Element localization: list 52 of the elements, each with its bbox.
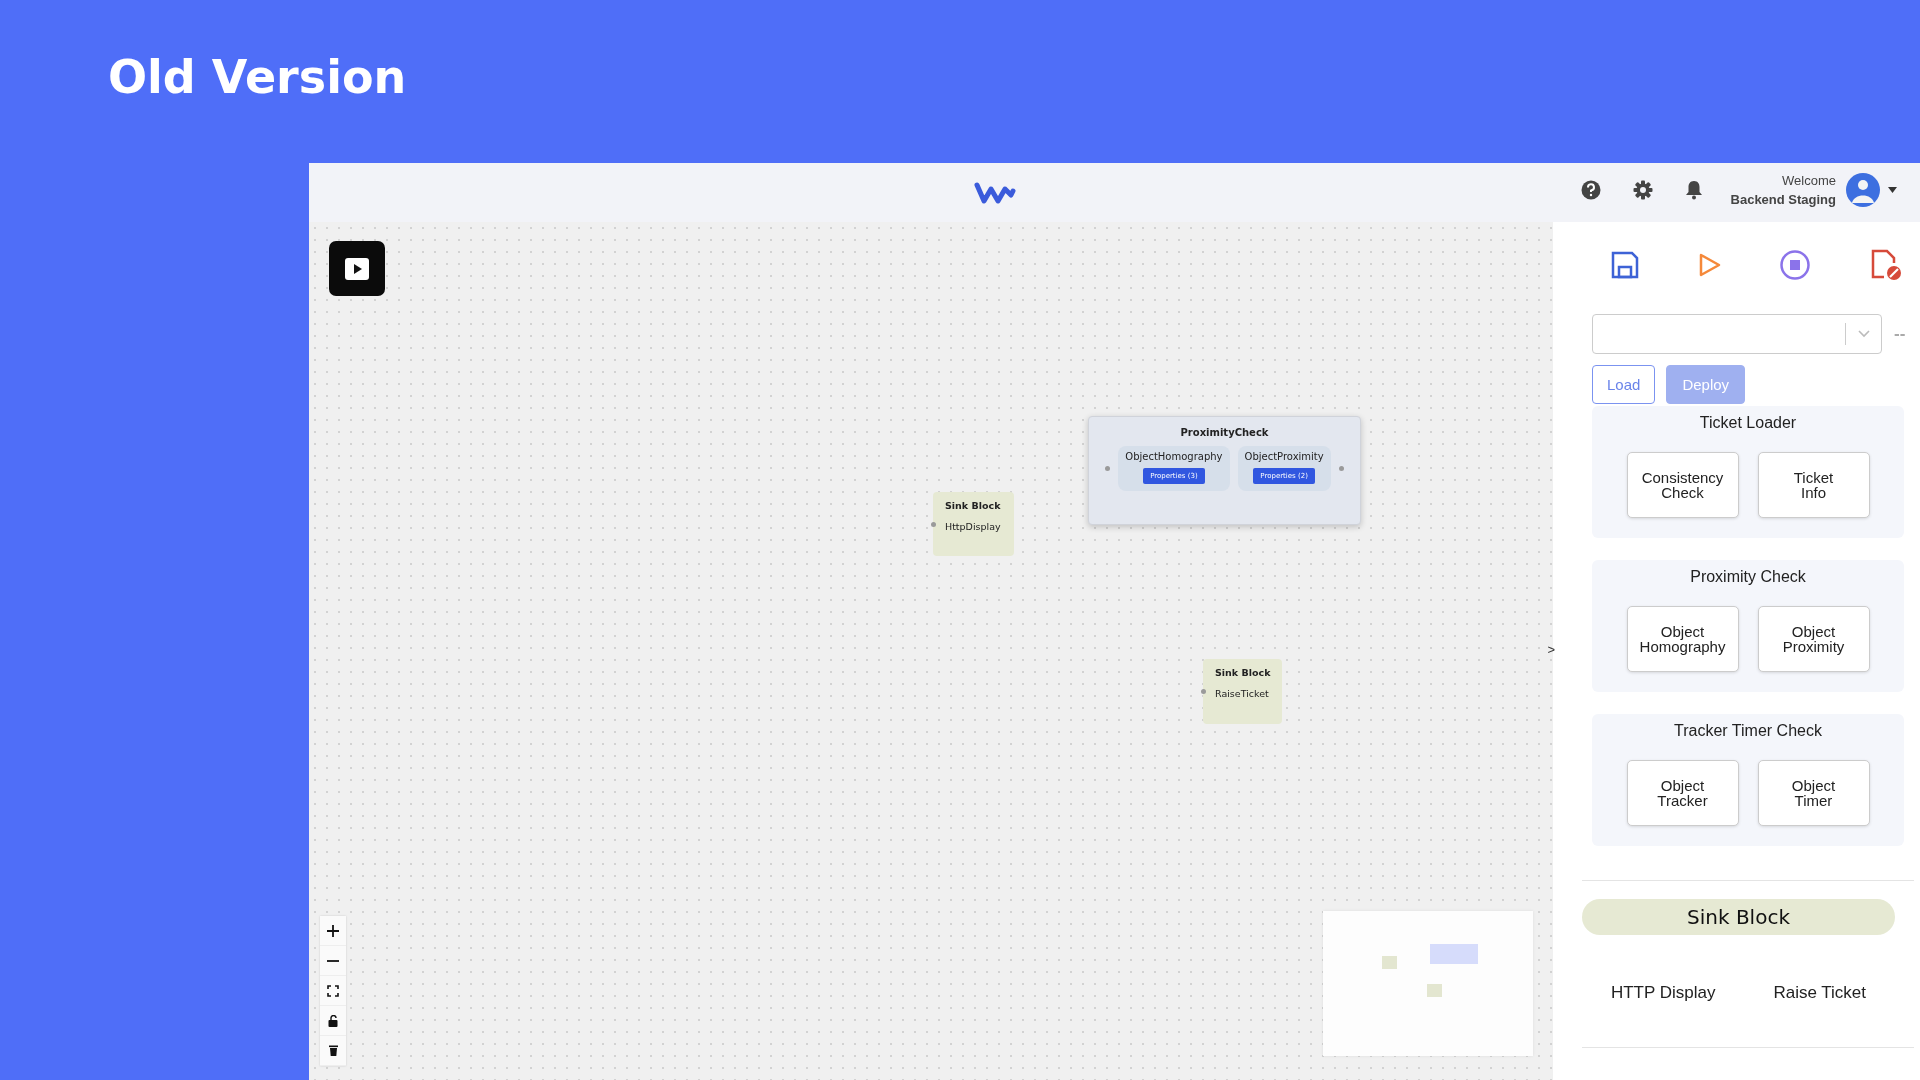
file-block-icon[interactable] — [1869, 249, 1902, 281]
sink-node[interactable]: Sink Block HttpDisplay — [933, 492, 1014, 556]
sink-block-button[interactable]: HTTP Display — [1610, 983, 1716, 1003]
load-button[interactable]: Load — [1592, 365, 1656, 404]
sink-node[interactable]: Sink Block RaiseTicket — [1203, 659, 1282, 724]
sink-node-name: RaiseTicket — [1215, 688, 1270, 699]
port-dot[interactable] — [1201, 689, 1206, 694]
block-node-title: ObjectHomography — [1125, 451, 1223, 462]
block-button[interactable]: Object Proximity — [1757, 606, 1870, 672]
sink-block-header: Sink Block — [1582, 899, 1895, 935]
block-node-title: ObjectProximity — [1244, 451, 1324, 462]
block-group-title: Proximity Check — [1690, 568, 1806, 586]
welcome-label: Welcome — [1782, 173, 1836, 188]
settings-icon[interactable] — [1632, 180, 1653, 200]
status-dashes: -- — [1894, 324, 1906, 344]
block-button[interactable]: Ticket Info — [1757, 452, 1870, 518]
delete-button[interactable] — [320, 1036, 346, 1066]
block-button[interactable]: Object Tracker — [1626, 760, 1739, 826]
stop-icon[interactable] — [1780, 250, 1811, 280]
save-icon[interactable] — [1611, 251, 1639, 279]
zoom-in-button[interactable] — [320, 916, 346, 946]
fit-view-button[interactable] — [320, 976, 346, 1006]
port-dot[interactable] — [1338, 466, 1344, 471]
block-group-title: Tracker Timer Check — [1674, 722, 1822, 740]
sink-node-title: Sink Block — [945, 500, 1002, 511]
zoom-out-button[interactable] — [320, 946, 346, 976]
unlock-button[interactable] — [320, 1006, 346, 1036]
port-dot[interactable] — [931, 522, 936, 527]
port-dot[interactable] — [1105, 466, 1111, 471]
plus-icon — [326, 923, 340, 938]
group-node-title: ProximityCheck — [1180, 427, 1269, 438]
sink-block-button[interactable]: Raise Ticket — [1773, 983, 1866, 1003]
block-button[interactable]: Consistency Check — [1626, 452, 1739, 518]
logo-icon — [973, 179, 1017, 206]
notification-bell-icon[interactable] — [1684, 180, 1703, 200]
slide-heading: Old Version — [108, 50, 407, 104]
minus-icon — [326, 959, 340, 962]
unlocked-padlock-icon — [328, 1014, 338, 1027]
caret-icon[interactable] — [1888, 187, 1897, 193]
play-button[interactable] — [329, 241, 385, 296]
block-button[interactable]: Object Timer — [1757, 760, 1870, 826]
sink-node-name: HttpDisplay — [945, 521, 1002, 532]
trash-icon — [328, 1045, 338, 1056]
block-group-title: Ticket Loader — [1699, 414, 1797, 432]
fit-view-icon — [327, 984, 339, 997]
user-name: Backend Staging — [1730, 192, 1836, 207]
help-icon[interactable] — [1580, 180, 1601, 200]
collapse-toggle[interactable]: > — [1547, 642, 1555, 657]
avatar-icon[interactable] — [1846, 173, 1880, 207]
block-button[interactable]: Object Homography — [1626, 606, 1739, 672]
play-icon — [345, 257, 369, 280]
sink-node-title: Sink Block — [1215, 667, 1272, 678]
